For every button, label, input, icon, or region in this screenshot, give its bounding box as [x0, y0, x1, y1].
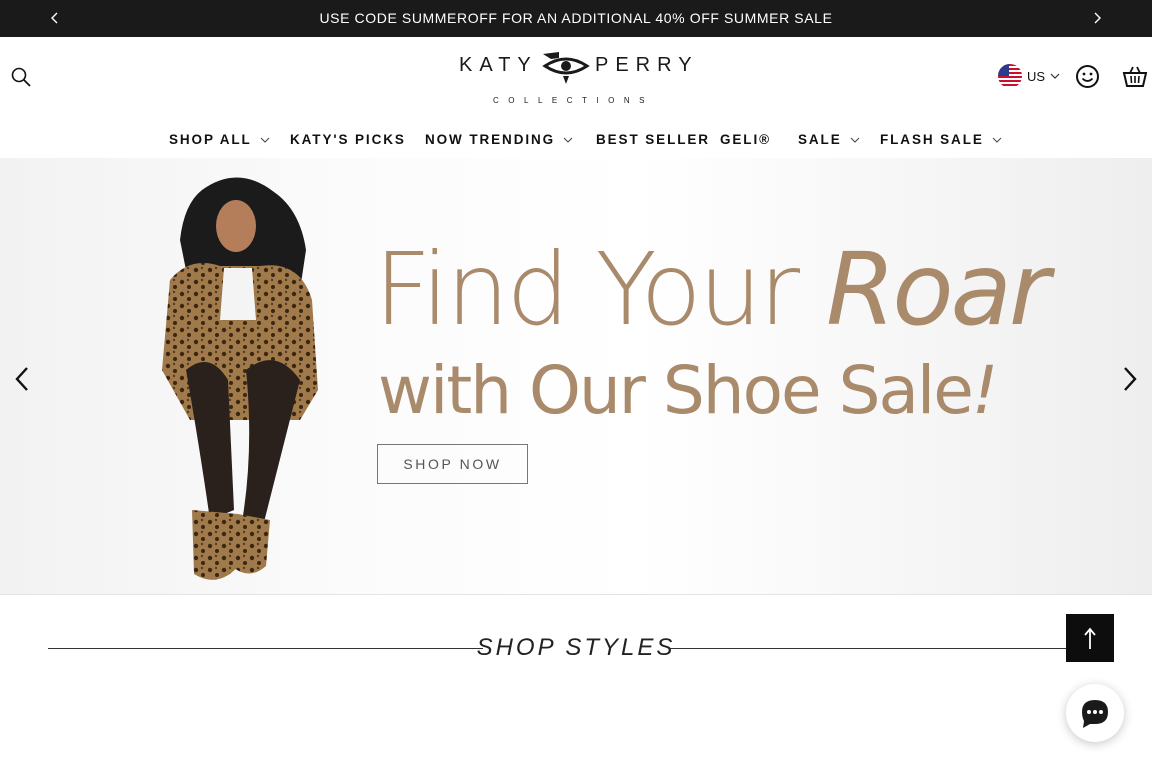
- chevron-left-icon: [15, 367, 28, 391]
- nav-item-label: NOW TRENDING: [425, 132, 556, 147]
- chevron-right-icon: [1124, 367, 1137, 391]
- locale-selector[interactable]: US: [998, 64, 1060, 88]
- nav-item-best-seller[interactable]: BEST SELLER: [596, 132, 710, 147]
- logo-eye-icon: [542, 52, 590, 84]
- hero-headline-line1: Find Your Roar: [374, 240, 1050, 340]
- logo-word-katy: KATY: [459, 54, 538, 76]
- nav-item-flash-sale[interactable]: FLASH SALE: [880, 132, 1002, 147]
- chevron-down-icon: [1050, 73, 1060, 79]
- logo-subtitle: COLLECTIONS: [493, 96, 654, 105]
- locale-label: US: [1027, 68, 1046, 84]
- hero-prev-button[interactable]: [12, 365, 32, 393]
- chevron-down-icon: [260, 137, 270, 143]
- shop-now-button[interactable]: SHOP NOW: [377, 444, 528, 484]
- announcement-text[interactable]: USE CODE SUMMEROFF FOR AN ADDITIONAL 40%…: [0, 0, 1152, 37]
- announcement-bar: USE CODE SUMMEROFF FOR AN ADDITIONAL 40%…: [0, 0, 1152, 37]
- hero-divider: [0, 594, 1152, 595]
- nav-item-geli[interactable]: GELI®: [720, 132, 771, 147]
- account-smiley-icon: [1076, 65, 1099, 88]
- main-nav: SHOP ALL KATY'S PICKS NOW TRENDING BEST …: [0, 126, 1152, 156]
- search-icon: [11, 67, 31, 87]
- back-to-top-button[interactable]: [1066, 614, 1114, 662]
- arrow-up-icon: [1084, 627, 1096, 649]
- announcement-next-button[interactable]: [1089, 10, 1105, 26]
- hero-banner[interactable]: Find Your Roar with Our Shoe Sale! SHOP …: [0, 158, 1152, 594]
- nav-item-katys-picks[interactable]: KATY'S PICKS: [290, 132, 406, 147]
- nav-item-label: KATY'S PICKS: [290, 132, 406, 147]
- site-logo[interactable]: KATY PERRY COLLECTIONS: [455, 46, 695, 110]
- chevron-down-icon: [563, 137, 573, 143]
- nav-item-label: GELI®: [720, 132, 771, 147]
- hero-headline-line2: with Our Shoe Sale!: [378, 358, 998, 424]
- search-button[interactable]: [10, 66, 32, 88]
- hero-headline-italic: Roar: [825, 231, 1050, 348]
- hero-next-button[interactable]: [1120, 365, 1140, 393]
- nav-item-label: FLASH SALE: [880, 132, 984, 147]
- nav-item-sale[interactable]: SALE: [798, 132, 860, 147]
- hero-subline-regular: with Our Shoe Sale: [378, 352, 974, 429]
- chat-button[interactable]: [1066, 684, 1124, 742]
- cart-button[interactable]: [1122, 64, 1148, 89]
- chat-bubble-icon: [1082, 700, 1108, 728]
- hero-headline-regular: Find Your: [374, 231, 826, 348]
- cart-basket-icon: [1122, 66, 1148, 87]
- chevron-down-icon: [850, 137, 859, 143]
- nav-item-label: SHOP ALL: [169, 132, 252, 147]
- nav-item-label: BEST SELLER: [596, 132, 710, 147]
- chevron-right-icon: [1094, 12, 1101, 24]
- hero-subline-italic: !: [971, 352, 999, 429]
- nav-item-shop-all[interactable]: SHOP ALL: [169, 132, 270, 147]
- hero-model-image: [162, 177, 318, 580]
- chevron-down-icon: [992, 137, 1002, 143]
- logo-word-perry: PERRY: [595, 54, 699, 76]
- section-divider-right: [670, 648, 1104, 649]
- us-flag-icon: [998, 64, 1022, 88]
- nav-item-now-trending[interactable]: NOW TRENDING: [425, 132, 573, 147]
- account-button[interactable]: [1075, 64, 1100, 89]
- nav-item-label: SALE: [798, 132, 842, 147]
